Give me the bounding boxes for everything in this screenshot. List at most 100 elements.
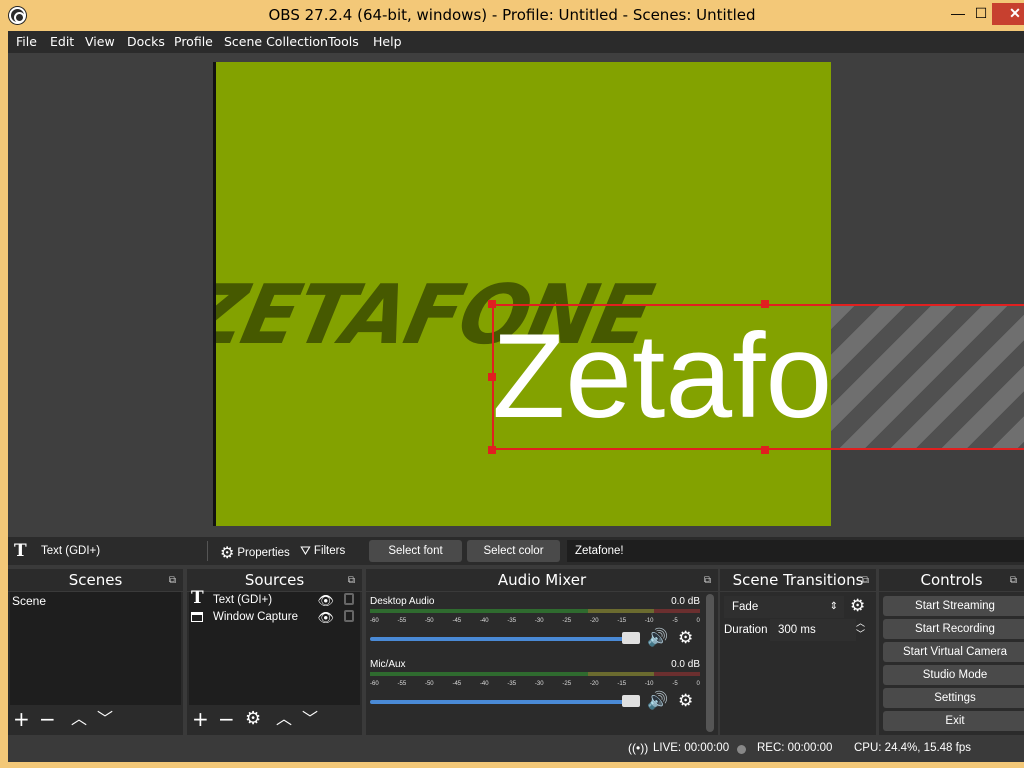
undock-icon[interactable]: ⧉ bbox=[862, 570, 869, 592]
menu-tools[interactable]: Tools bbox=[328, 34, 359, 49]
chevron-down-icon[interactable]: ﹀ bbox=[302, 709, 318, 729]
tick-label: -5 bbox=[672, 681, 678, 687]
controls-title-label: Controls bbox=[920, 571, 983, 589]
preview-area[interactable]: ZETAFONE Zetafone! bbox=[8, 53, 1024, 537]
studio-mode-button[interactable]: Studio Mode bbox=[883, 665, 1024, 685]
tick-label: -55 bbox=[397, 681, 407, 687]
resize-handle-bottom[interactable] bbox=[761, 446, 769, 454]
duration-input[interactable]: 300 ms bbox=[770, 619, 856, 641]
transition-select[interactable]: Fade ⇕ bbox=[724, 596, 844, 618]
menu-edit[interactable]: Edit bbox=[50, 34, 74, 49]
add-icon[interactable]: + bbox=[192, 709, 209, 729]
tick-label: -40 bbox=[479, 681, 489, 687]
start-streaming-button[interactable]: Start Streaming bbox=[883, 596, 1024, 616]
menu-file[interactable]: File bbox=[16, 34, 37, 49]
remove-icon[interactable]: − bbox=[218, 709, 235, 729]
start-recording-button[interactable]: Start Recording bbox=[883, 619, 1024, 639]
tick-label: -45 bbox=[452, 618, 462, 624]
scenes-dock: Scenes ⧉ Scene + − ︿ ﹀ bbox=[8, 569, 183, 735]
exit-button[interactable]: Exit bbox=[883, 711, 1024, 731]
filters-button[interactable]: ⛛ Filters bbox=[300, 543, 345, 559]
selection-box[interactable] bbox=[492, 304, 1024, 450]
gear-icon[interactable]: ⚙ bbox=[245, 709, 261, 729]
tick-label: 0 bbox=[696, 681, 700, 687]
undock-icon[interactable]: ⧉ bbox=[1010, 570, 1017, 592]
tick-label: -30 bbox=[534, 681, 544, 687]
maximize-button[interactable]: ☐ bbox=[970, 3, 992, 25]
volume-slider-handle[interactable] bbox=[622, 695, 640, 707]
source-toolbar: T Text (GDI+) ⚙ Properties ⛛ Filters Sel… bbox=[8, 537, 1024, 565]
source-name: Window Capture bbox=[213, 611, 299, 623]
chevron-down-icon[interactable]: ﹀ bbox=[97, 709, 113, 729]
resize-handle-left[interactable] bbox=[488, 373, 496, 381]
meter-ticks: -60 -55 -50 -45 -40 -35 -30 -25 -20 -15 -10 -5 0 bbox=[370, 681, 700, 691]
menu-scene-collection[interactable]: Scene Collection bbox=[224, 34, 328, 49]
text-icon: T bbox=[14, 541, 27, 561]
undock-icon[interactable]: ⧉ bbox=[704, 570, 711, 592]
undock-icon[interactable]: ⧉ bbox=[169, 570, 176, 592]
select-color-button[interactable]: Select color bbox=[467, 540, 560, 562]
minimize-button[interactable]: — bbox=[945, 3, 971, 25]
updown-arrow-icon: ⇕ bbox=[829, 601, 838, 612]
select-font-button[interactable]: Select font bbox=[369, 540, 462, 562]
eye-icon[interactable]: 👁 bbox=[317, 592, 334, 609]
resize-handle-top-left[interactable] bbox=[488, 300, 496, 308]
close-button[interactable]: ✕ bbox=[992, 3, 1024, 25]
gear-icon[interactable]: ⚙ bbox=[678, 691, 693, 711]
eye-icon[interactable]: 👁 bbox=[317, 609, 334, 626]
source-name: Text (GDI+) bbox=[213, 594, 273, 606]
channel-level: 0.0 dB bbox=[671, 596, 700, 607]
controls-dock-title: Controls ⧉ bbox=[879, 569, 1024, 591]
resize-handle-bottom-left[interactable] bbox=[488, 446, 496, 454]
tick-label: -5 bbox=[672, 618, 678, 624]
tick-label: -10 bbox=[644, 681, 654, 687]
selected-source-name: Text (GDI+) bbox=[41, 545, 101, 557]
menu-help[interactable]: Help bbox=[373, 34, 402, 49]
tick-label: -35 bbox=[507, 681, 517, 687]
sources-list[interactable]: T Text (GDI+) 👁 Window Capture 👁 bbox=[189, 590, 360, 706]
add-icon[interactable]: + bbox=[13, 709, 30, 729]
source-item[interactable]: T Text (GDI+) 👁 bbox=[189, 590, 360, 609]
lock-icon[interactable] bbox=[344, 610, 354, 622]
list-item[interactable]: Scene bbox=[10, 592, 181, 610]
menu-profile[interactable]: Profile bbox=[174, 34, 213, 49]
speaker-icon[interactable]: 🔊 bbox=[647, 691, 668, 711]
source-item[interactable]: Window Capture 👁 bbox=[189, 609, 360, 626]
volume-slider[interactable] bbox=[370, 700, 638, 704]
menu-docks[interactable]: Docks bbox=[127, 34, 165, 49]
spin-arrows-icon[interactable]: ︿ ﹀ bbox=[856, 618, 865, 640]
speaker-icon[interactable]: 🔊 bbox=[647, 628, 668, 648]
tick-label: -10 bbox=[644, 618, 654, 624]
gear-icon[interactable]: ⚙ bbox=[678, 628, 693, 648]
window-icon bbox=[191, 612, 203, 622]
menu-view[interactable]: View bbox=[85, 34, 115, 49]
preview-canvas[interactable]: ZETAFONE bbox=[213, 62, 831, 526]
sources-footer: + − ⚙ ︿ ﹀ bbox=[187, 705, 362, 735]
volume-slider[interactable] bbox=[370, 637, 638, 641]
tick-label: -15 bbox=[617, 618, 627, 624]
tick-label: -55 bbox=[397, 618, 407, 624]
mixer-channel: Desktop Audio 0.0 dB -60 -55 -50 -45 -40 -35-… bbox=[370, 596, 700, 656]
chevron-up-icon[interactable]: ︿ bbox=[276, 709, 292, 729]
mixer-scrollbar[interactable] bbox=[706, 594, 714, 732]
start-virtual-camera-button[interactable]: Start Virtual Camera bbox=[883, 642, 1024, 662]
properties-label: Properties bbox=[237, 547, 290, 559]
resize-handle-top[interactable] bbox=[761, 300, 769, 308]
chevron-up-icon[interactable]: ︿ bbox=[71, 709, 87, 729]
menu-bar: File Edit View Docks Profile Scene Colle… bbox=[8, 31, 1024, 53]
undock-icon[interactable]: ⧉ bbox=[348, 570, 355, 592]
tick-label: -20 bbox=[589, 618, 599, 624]
tick-label: -50 bbox=[424, 618, 434, 624]
tick-label: 0 bbox=[696, 618, 700, 624]
settings-button[interactable]: Settings bbox=[883, 688, 1024, 708]
tick-label: -40 bbox=[479, 618, 489, 624]
text-input[interactable]: Zetafone! bbox=[567, 540, 1024, 562]
meter-ticks: -60 -55 -50 -45 -40 -35 -30 -25 -20 -15 -10 -5 0 bbox=[370, 618, 700, 628]
volume-slider-handle[interactable] bbox=[622, 632, 640, 644]
scenes-list[interactable]: Scene bbox=[10, 592, 181, 706]
remove-icon[interactable]: − bbox=[39, 709, 56, 729]
lock-icon[interactable] bbox=[344, 593, 354, 605]
properties-button[interactable]: ⚙ Properties bbox=[220, 543, 290, 563]
scene-transitions-dock: Scene Transitions ⧉ Fade ⇕ ⚙ Duration 30… bbox=[720, 569, 876, 735]
gear-icon[interactable]: ⚙ bbox=[850, 596, 865, 616]
